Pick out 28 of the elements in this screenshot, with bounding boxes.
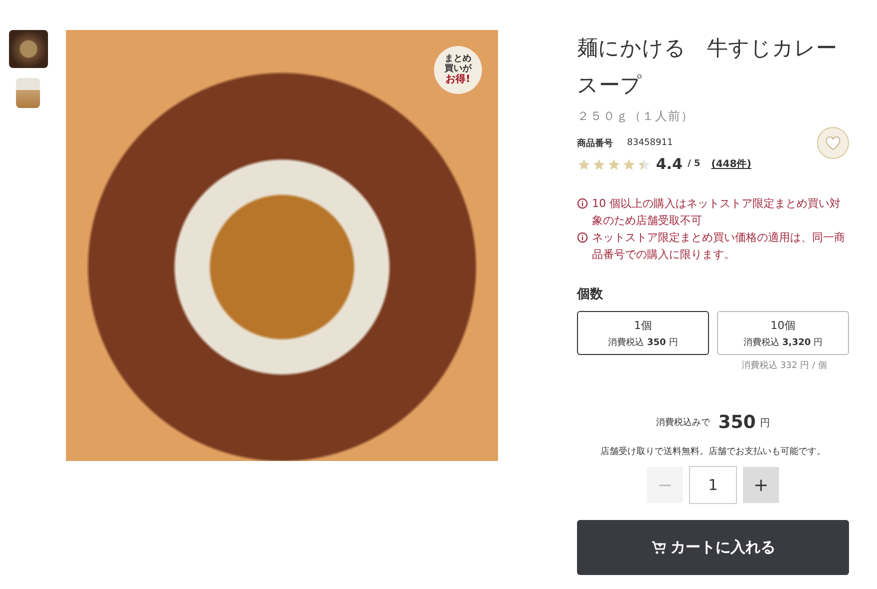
product-title: 麺にかける 牛すじカレースープ: [577, 35, 838, 99]
info-icon: [577, 198, 588, 209]
reviews-link[interactable]: (448件): [711, 157, 752, 171]
favorite-button[interactable]: [817, 127, 849, 159]
product-code-label: 商品番号: [577, 137, 613, 150]
thumbnail[interactable]: [16, 78, 40, 108]
total-amount: 350: [718, 412, 756, 433]
increase-button[interactable]: +: [743, 467, 779, 503]
rating-max: / 5: [688, 159, 700, 169]
quantity-label: 個数: [577, 286, 604, 303]
unit-price-note: 消費税込 332 円 / 個: [741, 360, 827, 372]
quantity-option[interactable]: 1個 消費税込 350 円: [577, 311, 709, 355]
cart-icon: [650, 540, 666, 555]
heart-icon: [825, 136, 841, 150]
shipping-note: 店舗受け取りで送料無料。店舗でお支払いも可能です。: [600, 446, 826, 458]
bulk-deal-badge: まとめ 買いが お得!: [434, 46, 482, 94]
product-size: ２５０ｇ（１人前）: [577, 108, 695, 125]
thumbnail[interactable]: [8, 30, 48, 68]
quantity-input[interactable]: 1: [689, 466, 737, 504]
rating-value: 4.4: [656, 155, 683, 173]
notice-text: ネットストア限定まとめ買い価格の適用は、同一商品番号での購入に限ります。: [592, 230, 846, 263]
notice-text: 10 個以上の購入はネットストア限定まとめ買い対象のため店舗受取不可: [592, 196, 842, 229]
add-to-cart-button[interactable]: カートに入れる: [577, 520, 849, 575]
info-icon: [577, 232, 588, 243]
total-unit: 円: [760, 416, 770, 430]
product-code: 83458911: [627, 138, 673, 148]
total-label: 消費税込みで: [656, 416, 710, 429]
quantity-option[interactable]: 10個 消費税込 3,320 円: [717, 311, 849, 355]
